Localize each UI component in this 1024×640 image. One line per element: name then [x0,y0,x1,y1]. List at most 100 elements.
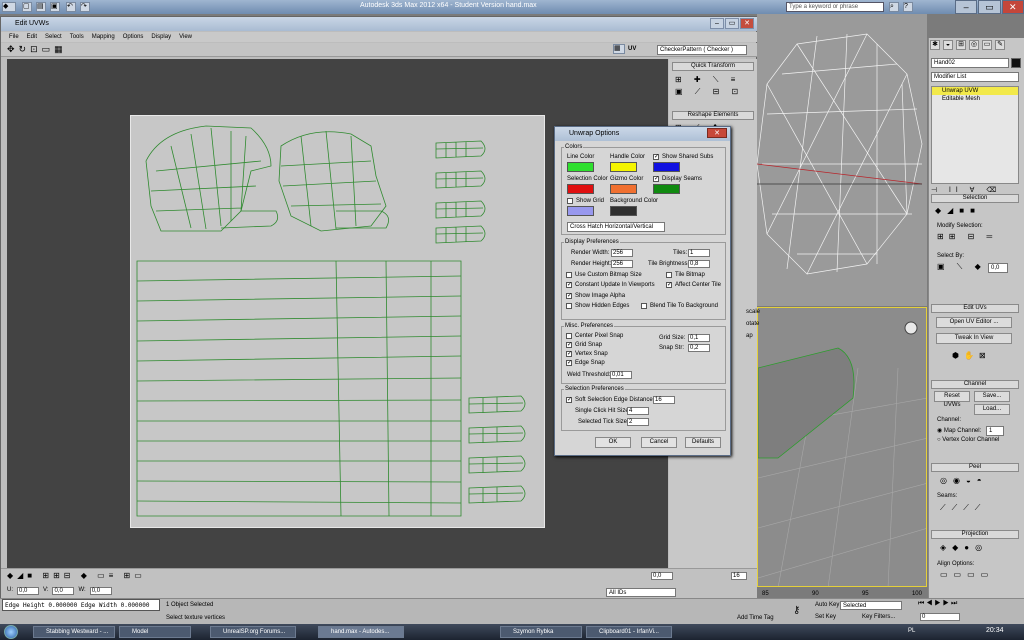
edit-uvs-icons[interactable]: ⬢✋⊠ [952,351,991,360]
selected-tick-field[interactable]: 2 [627,418,649,426]
edit-uvs-rollout-header[interactable]: Edit UVs [931,304,1019,313]
tile-brightness-field[interactable]: 0,8 [688,260,710,268]
stack-item-unwrap[interactable]: Unwrap UVW [932,87,1018,95]
channel-rollout-header[interactable]: Channel [931,380,1019,389]
snap-value-field[interactable]: 16 [731,572,747,580]
render-height-field[interactable]: 256 [611,260,633,268]
uvw-maximize-button[interactable]: ▭ [725,18,739,29]
display-tab-icon[interactable]: ▭ [982,40,992,50]
task-stabbing-westward[interactable]: Stabbing Westward - ... [33,626,115,638]
utilities-tab-icon[interactable]: ✎ [995,40,1005,50]
shared-subs-swatch[interactable] [653,162,680,172]
defaults-button[interactable]: Defaults [685,437,721,448]
show-hidden-edges-checkbox[interactable] [566,303,572,309]
handle-color-swatch[interactable] [610,162,637,172]
menu-select[interactable]: Select [45,32,62,42]
use-custom-bitmap-checkbox[interactable] [566,272,572,278]
viewcube-icon[interactable] [904,321,918,335]
w-field[interactable]: 0,0 [89,587,112,595]
new-file-icon[interactable]: ▢ [22,2,32,12]
minimize-button[interactable]: – [955,0,978,14]
task-unrealsp[interactable]: UnrealSP.org Forums... [210,626,296,638]
menu-options[interactable]: Options [123,32,144,42]
modify-tab-icon[interactable]: ◒ [943,40,953,50]
reshape-elements-header[interactable]: Reshape Elements [672,111,754,120]
menu-view[interactable]: View [179,32,192,42]
uvw-bottom-tools-1[interactable]: ◆◢■ ⊞⊞⊟ ◆ ▭≡ ⊞▭ [7,571,146,580]
undo-icon[interactable]: ↶ [66,2,76,12]
redo-icon[interactable]: ↷ [80,2,90,12]
tiles-field[interactable]: 1 [688,249,710,257]
v-field[interactable]: 0,0 [52,587,75,595]
motion-tab-icon[interactable]: ◎ [969,40,979,50]
texture-map-icon[interactable]: ▦ [613,44,625,54]
gizmo-color-swatch[interactable] [610,184,637,194]
line-color-swatch[interactable] [567,162,594,172]
uvw-close-button[interactable]: ✕ [740,18,754,29]
map-channel-radio[interactable]: ◉ Map Channel: [937,427,981,434]
quick-transform-header[interactable]: Quick Transform [672,62,754,71]
uv-canvas[interactable] [130,115,545,528]
projection-rollout-header[interactable]: Projection [931,530,1019,539]
add-time-tag[interactable]: Add Time Tag [737,615,774,621]
task-model[interactable]: Model [119,626,191,638]
save-uvw-button[interactable]: Save... [974,391,1010,402]
task-szymon-rybka[interactable]: Szymon Rybka [500,626,582,638]
vertex-color-channel-radio[interactable]: ○ Vertex Color Channel [937,437,999,443]
blend-tile-checkbox[interactable] [641,303,647,309]
ok-button[interactable]: OK [595,437,631,448]
create-tab-icon[interactable]: ✱ [930,40,940,50]
menu-file[interactable]: File [9,32,19,42]
task-clipboard[interactable]: Clipboard01 - IrfanVi... [586,626,672,638]
close-button[interactable]: ✕ [1001,0,1024,14]
map-channel-field[interactable]: 1 [986,426,1004,436]
soft-selection-field[interactable]: 16 [653,396,675,404]
snap-str-field[interactable]: 0,2 [688,344,710,352]
task-hand-max[interactable]: hand.max - Autodes... [318,626,404,638]
dialog-close-button[interactable]: ✕ [707,128,727,138]
menu-mapping[interactable]: Mapping [92,32,115,42]
zoom-value-field[interactable]: 0,0 [651,572,673,580]
peel-icons[interactable]: ◎◉◒◓ [940,476,988,485]
key-icon[interactable]: ⚷ [793,605,800,616]
constant-update-checkbox[interactable]: ✓ [566,282,572,288]
menu-edit[interactable]: Edit [27,32,37,42]
tweak-in-view-button[interactable]: Tweak In View [936,333,1012,344]
render-width-field[interactable]: 256 [611,249,633,257]
soft-selection-checkbox[interactable]: ✓ [566,397,572,403]
search-input[interactable]: Type a keyword or phrase [786,2,884,12]
key-filters-button[interactable]: Key Filters... [862,614,895,620]
selection-rollout-header[interactable]: Selection [931,194,1019,203]
edge-snap-checkbox[interactable]: ✓ [566,360,572,366]
grid-size-field[interactable]: 0,1 [688,334,710,342]
maxscript-listener[interactable]: Edge Height 0.000000 Edge Width 0.000000 [2,599,160,611]
quick-transform-icons[interactable]: ⊞ ✚ ⟍ ≡ ▣ ⟋ ⊟ ⊡ [675,74,755,98]
viewport-bottom-right[interactable] [757,307,927,587]
peel-rollout-header[interactable]: Peel [931,463,1019,472]
cancel-button[interactable]: Cancel [641,437,677,448]
select-threshold-field[interactable]: 0,0 [988,263,1008,273]
selection-color-swatch[interactable] [567,184,594,194]
modifier-list-dropdown[interactable]: Modifier List [931,72,1019,82]
frame-field[interactable]: 0 [920,613,960,621]
language-indicator[interactable]: PL [908,628,915,634]
open-uv-editor-button[interactable]: Open UV Editor ... [936,317,1012,328]
stack-item-editable-mesh[interactable]: Editable Mesh [932,95,1018,103]
save-file-icon[interactable]: ▣ [50,2,60,12]
uvw-transform-tools[interactable]: ✥↻⊡▭▦ [7,44,67,55]
display-seams-checkbox[interactable]: ✓ [653,176,659,182]
help-icon[interactable]: ? [903,2,913,12]
start-button-icon[interactable] [4,625,18,639]
single-click-field[interactable]: 4 [627,407,649,415]
seams-icons[interactable]: ⟋⟋⟋⟋ [940,503,986,513]
hierarchy-tab-icon[interactable]: ⊞ [956,40,966,50]
center-pixel-snap-checkbox[interactable] [566,333,572,339]
open-file-icon[interactable]: ▤ [36,2,46,12]
seams-color-swatch[interactable] [653,184,680,194]
grid-snap-checkbox[interactable]: ✓ [566,342,572,348]
auto-key-button[interactable]: Auto Key [815,602,839,608]
modify-selection-icons[interactable]: ⊞⊞ ⊟ ═ [937,232,997,241]
show-image-alpha-checkbox[interactable]: ✓ [566,293,572,299]
align-icons[interactable]: ▭▭▭▭ [940,570,994,579]
fill-mode-dropdown[interactable]: Cross Hatch Horizontal/Vertical [567,222,665,232]
